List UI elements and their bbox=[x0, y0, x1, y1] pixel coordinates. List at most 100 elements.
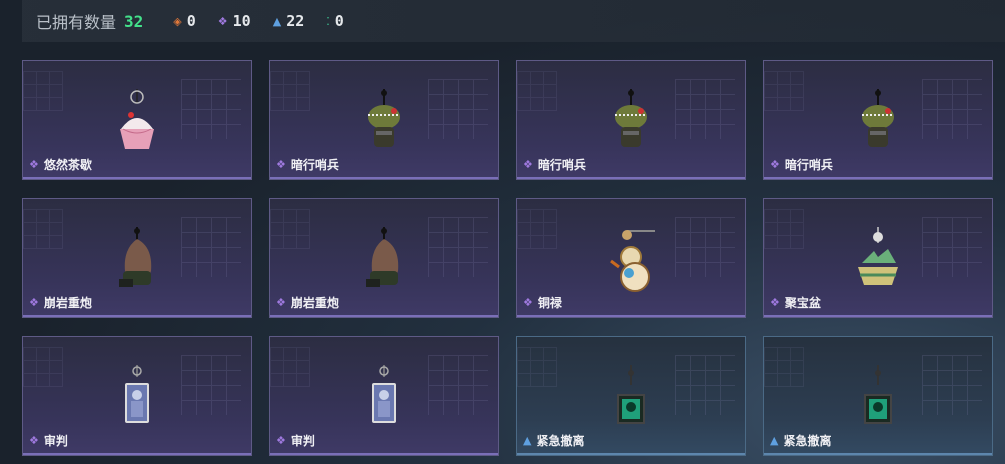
card-pattern bbox=[675, 355, 735, 415]
card-rarity-bar bbox=[270, 453, 498, 455]
charm-label: ❖ 审判 bbox=[29, 432, 68, 449]
charm-card[interactable]: ❖ 审判 bbox=[269, 336, 499, 456]
card-rarity-bar bbox=[23, 177, 251, 179]
card-pattern bbox=[764, 209, 804, 249]
stat-orange-diamond: ◈ 0 bbox=[173, 12, 196, 30]
charm-grid: ❖ 悠然茶歇 ❖ 暗行哨兵 ❖ 暗行哨兵 ❖ 暗行哨兵 ❖ 崩岩重炮 ❖ 崩岩重炮 ❖ 铜禄 ❖ 聚宝盆 ❖ 审判… bbox=[22, 60, 993, 456]
card-pattern bbox=[517, 347, 557, 387]
card-pattern bbox=[675, 217, 735, 277]
charm-tag-image bbox=[601, 365, 661, 435]
stat-blue-chevron: ▲ 22 bbox=[273, 12, 305, 30]
rarity-purple-icon: ❖ bbox=[770, 296, 780, 309]
card-rarity-bar bbox=[270, 315, 498, 317]
card-rarity-bar bbox=[517, 315, 745, 317]
rarity-purple-icon: ❖ bbox=[29, 434, 39, 447]
card-rarity-bar bbox=[270, 177, 498, 179]
card-pattern bbox=[428, 79, 488, 139]
purple-diamond-icon: ❖ bbox=[217, 14, 228, 28]
charm-label: ❖ 审判 bbox=[276, 432, 315, 449]
charm-name: 紧急撤离 bbox=[536, 434, 585, 448]
card-pattern bbox=[922, 217, 982, 277]
card-pattern bbox=[270, 209, 310, 249]
charm-card[interactable]: ❖ 暗行哨兵 bbox=[763, 60, 993, 180]
card-pattern bbox=[23, 347, 63, 387]
rarity-purple-icon: ❖ bbox=[276, 296, 286, 309]
card-pattern bbox=[23, 71, 63, 111]
charm-label: ❖ 崩岩重炮 bbox=[29, 294, 92, 311]
charm-label: ▲ 紧急撤离 bbox=[523, 432, 584, 449]
charm-card[interactable]: ❖ 暗行哨兵 bbox=[269, 60, 499, 180]
charm-card[interactable]: ❖ 审判 bbox=[22, 336, 252, 456]
charm-name: 铜禄 bbox=[537, 296, 562, 310]
blue-chevron-icon: ▲ bbox=[272, 14, 282, 28]
charm-card[interactable]: ❖ 聚宝盆 bbox=[763, 198, 993, 318]
charm-name: 审判 bbox=[290, 434, 315, 448]
charm-label: ❖ 暗行哨兵 bbox=[770, 156, 833, 173]
stat-value: 0 bbox=[186, 12, 196, 30]
charm-card[interactable]: ❖ 悠然茶歇 bbox=[22, 60, 252, 180]
card-pattern bbox=[23, 209, 63, 249]
card-rarity-bar bbox=[764, 177, 992, 179]
card-rarity-bar bbox=[764, 453, 992, 455]
card-rarity-bar bbox=[517, 177, 745, 179]
charm-croc-image bbox=[354, 89, 414, 159]
green-dots-icon: ⁚ bbox=[326, 14, 330, 28]
card-pattern bbox=[270, 71, 310, 111]
charm-label: ❖ 聚宝盆 bbox=[770, 294, 821, 311]
charm-card-image bbox=[107, 365, 167, 435]
charm-name: 暗行哨兵 bbox=[784, 158, 833, 172]
charm-name: 崩岩重炮 bbox=[290, 296, 339, 310]
card-pattern bbox=[922, 79, 982, 139]
rarity-purple-icon: ❖ bbox=[523, 296, 533, 309]
rarity-purple-icon: ❖ bbox=[523, 158, 533, 171]
card-rarity-bar bbox=[764, 315, 992, 317]
card-pattern bbox=[764, 71, 804, 111]
card-pattern bbox=[181, 355, 241, 415]
charm-tag-image bbox=[848, 365, 908, 435]
rarity-purple-icon: ❖ bbox=[276, 434, 286, 447]
charm-name: 悠然茶歇 bbox=[43, 158, 92, 172]
stat-value: 10 bbox=[232, 12, 251, 30]
charm-bean-image bbox=[107, 227, 167, 297]
stat-value: 0 bbox=[334, 12, 344, 30]
owned-count-value: 32 bbox=[124, 11, 144, 31]
card-pattern bbox=[270, 347, 310, 387]
charm-label: ❖ 崩岩重炮 bbox=[276, 294, 339, 311]
charm-label: ❖ 悠然茶歇 bbox=[29, 156, 92, 173]
charm-label: ❖ 暗行哨兵 bbox=[523, 156, 586, 173]
charm-name: 暗行哨兵 bbox=[537, 158, 586, 172]
inventory-header: 已拥有数量 32 ◈ 0 ❖ 10 ▲ 22 ⁚ 0 bbox=[22, 0, 1005, 42]
card-rarity-bar bbox=[517, 453, 745, 455]
card-pattern bbox=[517, 209, 557, 249]
stat-value: 22 bbox=[286, 12, 305, 30]
charm-card[interactable]: ❖ 崩岩重炮 bbox=[22, 198, 252, 318]
card-pattern bbox=[517, 71, 557, 111]
charm-label: ❖ 暗行哨兵 bbox=[276, 156, 339, 173]
charm-label: ▲ 紧急撤离 bbox=[770, 432, 831, 449]
card-rarity-bar bbox=[23, 453, 251, 455]
charm-name: 崩岩重炮 bbox=[43, 296, 92, 310]
charm-card[interactable]: ▲ 紧急撤离 bbox=[763, 336, 993, 456]
charm-card[interactable]: ❖ 崩岩重炮 bbox=[269, 198, 499, 318]
charm-croc-image bbox=[848, 89, 908, 159]
charm-card[interactable]: ▲ 紧急撤离 bbox=[516, 336, 746, 456]
charm-cupcake-image bbox=[107, 89, 167, 159]
card-pattern bbox=[922, 355, 982, 415]
stat-purple-diamond: ❖ 10 bbox=[218, 12, 251, 30]
charm-card[interactable]: ❖ 铜禄 bbox=[516, 198, 746, 318]
rarity-purple-icon: ❖ bbox=[770, 158, 780, 171]
rarity-purple-icon: ❖ bbox=[276, 158, 286, 171]
charm-bean-image bbox=[354, 227, 414, 297]
charm-card[interactable]: ❖ 暗行哨兵 bbox=[516, 60, 746, 180]
charm-croc-image bbox=[601, 89, 661, 159]
charm-name: 紧急撤离 bbox=[783, 434, 832, 448]
card-pattern bbox=[181, 217, 241, 277]
charm-name: 暗行哨兵 bbox=[290, 158, 339, 172]
charm-label: ❖ 铜禄 bbox=[523, 294, 562, 311]
card-pattern bbox=[675, 79, 735, 139]
orange-diamond-icon: ◈ bbox=[173, 14, 182, 28]
card-rarity-bar bbox=[23, 315, 251, 317]
charm-name: 审判 bbox=[43, 434, 68, 448]
rarity-purple-icon: ❖ bbox=[29, 296, 39, 309]
rarity-blue-icon: ▲ bbox=[523, 434, 532, 447]
